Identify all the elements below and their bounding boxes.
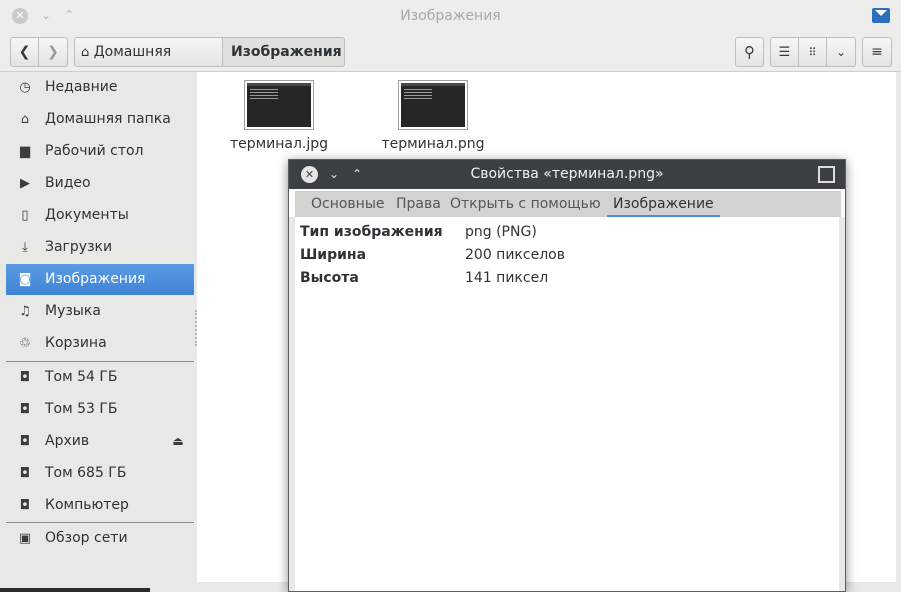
- sidebar-item-label: Документы: [45, 207, 129, 223]
- sidebar-item-home[interactable]: ⌂ Домашняя папка: [6, 104, 194, 135]
- sidebar-item-video[interactable]: ▶ Видео: [6, 168, 194, 199]
- sidebar-item-network[interactable]: ▣ Обзор сети: [6, 523, 194, 554]
- dialog-title-bar: ✕ ⌄ ⌃ Свойства «терминал.png»: [289, 160, 845, 189]
- restore-icon[interactable]: [818, 166, 835, 183]
- sidebar-item-label: Компьютер: [45, 497, 129, 513]
- sidebar-item-computer[interactable]: ◘ Компьютер: [6, 490, 194, 521]
- chevron-left-icon: ❮: [18, 44, 31, 60]
- sidebar-item-desktop[interactable]: ▆ Рабочий стол: [6, 136, 194, 167]
- sidebar-item-documents[interactable]: ▯ Документы: [6, 200, 194, 231]
- sidebar-item-volume-53[interactable]: ◘ Том 53 ГБ: [6, 394, 194, 425]
- breadcrumb-label: Изображения: [231, 44, 342, 60]
- sidebar-item-label: Том 685 ГБ: [45, 465, 127, 481]
- home-icon: ⌂: [81, 45, 90, 60]
- sidebar-item-label: Недавние: [45, 79, 118, 95]
- trash-icon: ♲: [19, 336, 31, 351]
- grid-view-button[interactable]: ⠿: [799, 37, 827, 67]
- document-icon: ▯: [21, 208, 29, 223]
- camera-icon: ◙: [18, 272, 32, 287]
- breadcrumb-current[interactable]: Изображения: [223, 37, 345, 67]
- file-manager-window: ✕ ⌄ ⌃ Изображения ❮ ❯ ⌂ Домашняя папка И…: [0, 0, 901, 592]
- tab-permissions[interactable]: Права: [390, 191, 447, 217]
- title-bar: ✕ ⌄ ⌃ Изображения: [0, 0, 901, 32]
- property-label-width: Ширина: [300, 247, 367, 263]
- network-icon: ▣: [18, 531, 32, 546]
- dialog-border: [839, 217, 845, 591]
- properties-dialog: ✕ ⌄ ⌃ Свойства «терминал.png» Основные П…: [288, 159, 846, 592]
- folder-icon: ▆: [20, 144, 30, 159]
- sidebar-item-trash[interactable]: ♲ Корзина: [6, 328, 194, 359]
- file-item[interactable]: терминал.jpg: [214, 80, 344, 152]
- view-options-button[interactable]: ⌄: [827, 37, 856, 67]
- window-title: Изображения: [400, 8, 501, 24]
- chevron-down-icon: ⌄: [835, 45, 847, 59]
- list-view-icon: ☰: [778, 45, 791, 60]
- sidebar-item-label: Архив: [45, 433, 90, 449]
- drive-icon: ◘: [19, 498, 31, 513]
- chevron-right-icon: ❯: [47, 44, 59, 60]
- property-label-height: Высота: [300, 270, 359, 286]
- sidebar-item-label: Музыка: [45, 303, 101, 319]
- file-thumbnail: [244, 80, 314, 130]
- property-value-type: png (PNG): [465, 224, 537, 240]
- dialog-title: Свойства «терминал.png»: [470, 166, 664, 182]
- download-icon: ⤓: [22, 240, 28, 255]
- mail-notification-icon[interactable]: [872, 8, 890, 23]
- property-label-type: Тип изображения: [300, 224, 443, 240]
- sidebar-item-music[interactable]: ♫ Музыка: [6, 296, 194, 327]
- sidebar-item-label: Обзор сети: [45, 530, 128, 546]
- sidebar-item-label: Корзина: [45, 335, 107, 351]
- sidebar: ◷ Недавние ⌂ Домашняя папка ▆ Рабочий ст…: [0, 72, 196, 592]
- tab-open-with[interactable]: Открыть с помощью: [444, 191, 607, 217]
- list-view-button[interactable]: ☰: [770, 37, 799, 67]
- toolbar: ❮ ❯ ⌂ Домашняя папка Изображения ⚲ ☰ ⠿ ⌄…: [0, 32, 901, 89]
- video-icon: ▶: [20, 176, 30, 191]
- sidebar-item-label: Видео: [45, 175, 91, 191]
- property-value-width: 200 пикселов: [465, 247, 565, 263]
- eject-icon[interactable]: ⏏: [170, 426, 186, 457]
- property-value-height: 141 пиксел: [465, 270, 549, 286]
- drive-icon: ◘: [19, 402, 31, 417]
- forward-button[interactable]: ❯: [39, 37, 68, 67]
- desktop-background: [0, 588, 150, 592]
- sidebar-item-label: Загрузки: [45, 239, 113, 255]
- file-name: терминал.png: [381, 136, 485, 152]
- sidebar-item-label: Том 54 ГБ: [45, 369, 118, 385]
- sidebar-item-label: Изображения: [45, 271, 146, 287]
- drive-icon: ◘: [19, 434, 31, 449]
- file-item[interactable]: терминал.png: [368, 80, 498, 152]
- clock-icon: ◷: [19, 80, 31, 95]
- dialog-tabs: Основные Права Открыть с помощью Изображ…: [295, 191, 841, 217]
- sidebar-item-volume-54[interactable]: ◘ Том 54 ГБ: [6, 362, 194, 393]
- search-button[interactable]: ⚲: [735, 37, 764, 67]
- sidebar-item-label: Домашняя папка: [45, 111, 171, 127]
- drive-icon: ◘: [19, 466, 31, 481]
- tab-image[interactable]: Изображение: [607, 191, 720, 217]
- hamburger-menu-icon: ≡: [871, 44, 883, 60]
- menu-button[interactable]: ≡: [862, 37, 892, 67]
- sidebar-item-recent[interactable]: ◷ Недавние: [6, 72, 194, 103]
- tab-basic[interactable]: Основные: [305, 191, 391, 217]
- file-thumbnail: [398, 80, 468, 130]
- sidebar-item-pictures[interactable]: ◙ Изображения: [6, 264, 194, 295]
- sidebar-item-label: Рабочий стол: [45, 143, 144, 159]
- sidebar-item-downloads[interactable]: ⤓ Загрузки: [6, 232, 194, 263]
- dialog-border: [289, 217, 295, 591]
- music-icon: ♫: [19, 304, 31, 319]
- back-button[interactable]: ❮: [10, 37, 39, 67]
- sidebar-item-volume-685[interactable]: ◘ Том 685 ГБ: [6, 458, 194, 489]
- home-icon: ⌂: [20, 112, 30, 127]
- drive-icon: ◘: [19, 370, 31, 385]
- grid-view-icon: ⠿: [808, 46, 817, 59]
- sidebar-item-label: Том 53 ГБ: [45, 401, 118, 417]
- search-icon: ⚲: [744, 43, 755, 61]
- file-name: терминал.jpg: [229, 136, 329, 152]
- sidebar-item-archive[interactable]: ◘ Архив ⏏: [6, 426, 194, 457]
- breadcrumb-home[interactable]: ⌂ Домашняя папка: [74, 37, 223, 89]
